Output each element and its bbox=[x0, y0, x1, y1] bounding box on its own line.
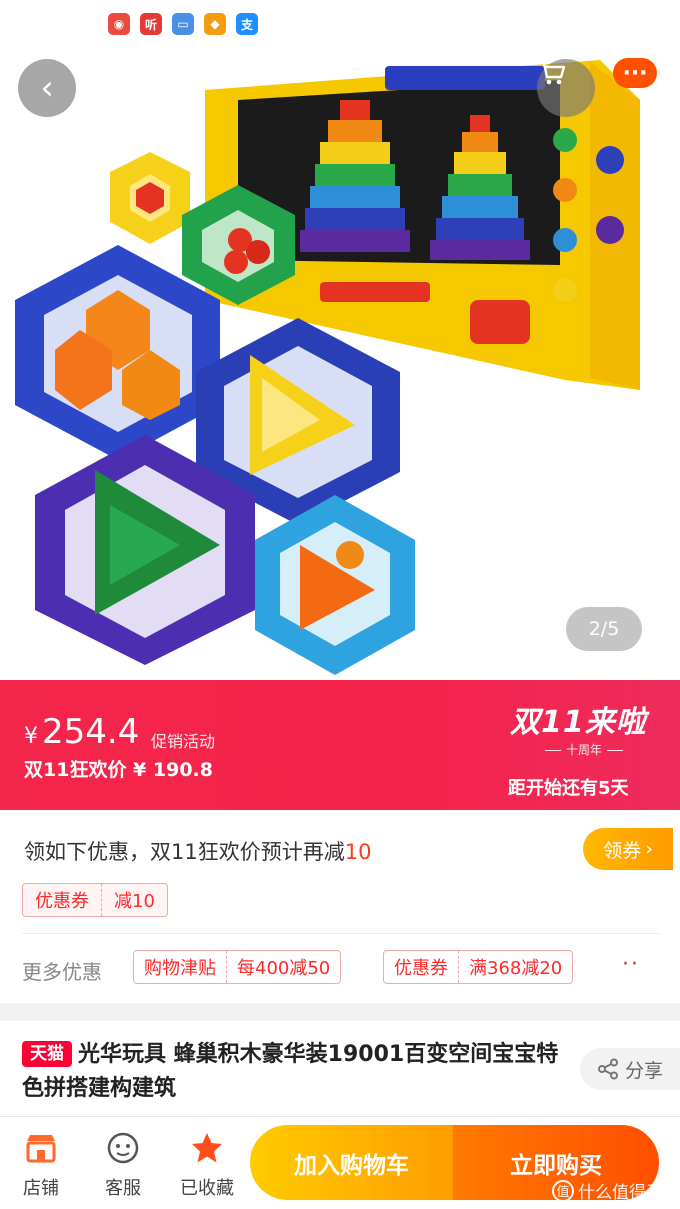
status-bar: 中国联通 ◉ 听 ▭ ◆ 支 Ⓝ ◉ ◠ 4G▮ 38% 半夜11:39 bbox=[0, 0, 680, 48]
wifi-icon: ◠ bbox=[383, 12, 402, 36]
event-countdown: 距开始还有5天 bbox=[508, 778, 629, 799]
nfc-icon: Ⓝ bbox=[319, 13, 341, 37]
divider bbox=[22, 933, 662, 934]
service-label: 客服 bbox=[105, 1178, 141, 1199]
promo-pill-value: 满368减20 bbox=[458, 951, 572, 983]
product-title-text: 光华玩具 蜂巢积木豪华装19001百变空间宝宝特色拼搭建构建筑 bbox=[22, 1042, 559, 1101]
coupon-chip[interactable]: 优惠券 减10 bbox=[22, 883, 168, 917]
notification-card-icon: ▭ bbox=[172, 13, 194, 35]
chevron-left-icon: ‹ bbox=[40, 68, 54, 108]
cart-button[interactable] bbox=[537, 59, 595, 117]
battery-icon bbox=[513, 15, 556, 33]
back-button[interactable]: ‹ bbox=[18, 59, 76, 117]
share-label: 分享 bbox=[624, 1059, 663, 1082]
signal-icon: 4G▮ bbox=[413, 15, 443, 33]
more-promos-label: 更多优惠 bbox=[22, 960, 102, 984]
chevron-right-icon: › bbox=[645, 838, 653, 860]
coupon-headline-text: 领如下优惠，双11狂欢价预计再减 bbox=[24, 840, 345, 864]
customer-service-icon bbox=[106, 1130, 140, 1166]
cart-count-badge[interactable]: ··· bbox=[613, 58, 657, 88]
add-to-cart-button[interactable]: 加入购物车 bbox=[250, 1125, 453, 1200]
share-icon bbox=[597, 1058, 618, 1080]
favorite-button[interactable]: 已收藏 bbox=[172, 1130, 242, 1200]
price-value: 254.4 bbox=[42, 712, 140, 752]
promo-pill-coupon[interactable]: 优惠券 满368减20 bbox=[383, 950, 574, 984]
more-promos-button[interactable]: ·· bbox=[622, 952, 640, 977]
coupon-headline-amount: 10 bbox=[344, 840, 372, 864]
double11-price: 双11狂欢价 ¥ 190.8 bbox=[24, 759, 213, 781]
share-button[interactable]: 分享 bbox=[580, 1048, 680, 1090]
product-title: 天猫 光华玩具 蜂巢积木豪华装19001百变空间宝宝特色拼搭建构建筑 bbox=[22, 1038, 570, 1106]
promo-pill-value: 每400减50 bbox=[226, 951, 340, 983]
cart-icon bbox=[539, 61, 566, 85]
promo-pill-type: 购物津贴 bbox=[144, 958, 216, 979]
currency-symbol: ¥ bbox=[24, 724, 38, 749]
more-dots-icon: ··· bbox=[622, 60, 648, 86]
service-button[interactable]: 客服 bbox=[88, 1130, 158, 1200]
favorite-label: 已收藏 bbox=[180, 1178, 234, 1199]
notification-listen-icon: 听 bbox=[140, 13, 162, 35]
watermark-text: 什么值得买 bbox=[578, 1183, 663, 1203]
battery-fill bbox=[516, 18, 530, 30]
current-price: ¥ 254.4 bbox=[24, 712, 139, 752]
get-coupon-label: 领券 bbox=[603, 839, 642, 862]
product-image-carousel[interactable]: ‹ ··· 2/5 bbox=[0, 0, 680, 680]
shop-button[interactable]: 店铺 bbox=[6, 1130, 76, 1200]
carrier-name: 中国联通 bbox=[14, 13, 98, 37]
clock: 半夜11:39 bbox=[563, 13, 666, 37]
watermark: 值 什么值得买 bbox=[552, 1178, 663, 1203]
get-coupon-button[interactable]: 领券 › bbox=[583, 828, 673, 870]
promo-pill-allowance[interactable]: 购物津贴 每400减50 bbox=[133, 950, 342, 984]
shop-label: 店铺 bbox=[23, 1178, 59, 1199]
store-icon bbox=[24, 1130, 58, 1166]
star-icon bbox=[190, 1130, 224, 1166]
double11-logo: 双11来啦 bbox=[510, 705, 647, 740]
notification-bag-icon: ◆ bbox=[204, 13, 226, 35]
watermark-logo: 值 bbox=[552, 1179, 574, 1202]
image-pager: 2/5 bbox=[566, 607, 642, 651]
tmall-badge: 天猫 bbox=[22, 1041, 72, 1067]
notification-app-icon: ◉ bbox=[108, 13, 130, 35]
section-gap bbox=[0, 1003, 680, 1021]
promo-pill-type: 优惠券 bbox=[394, 958, 448, 979]
promo-tag: 促销活动 bbox=[151, 732, 216, 751]
coupon-headline: 领如下优惠，双11狂欢价预计再减10 bbox=[24, 836, 371, 866]
double11-subtitle: 十周年 bbox=[540, 741, 628, 758]
coupon-chip-type: 优惠券 bbox=[35, 891, 89, 912]
coupon-chip-value: 减10 bbox=[101, 884, 167, 916]
notification-alipay-icon: 支 bbox=[236, 13, 258, 35]
eye-icon: ◉ bbox=[352, 12, 372, 36]
battery-percent: 38% bbox=[454, 12, 502, 36]
